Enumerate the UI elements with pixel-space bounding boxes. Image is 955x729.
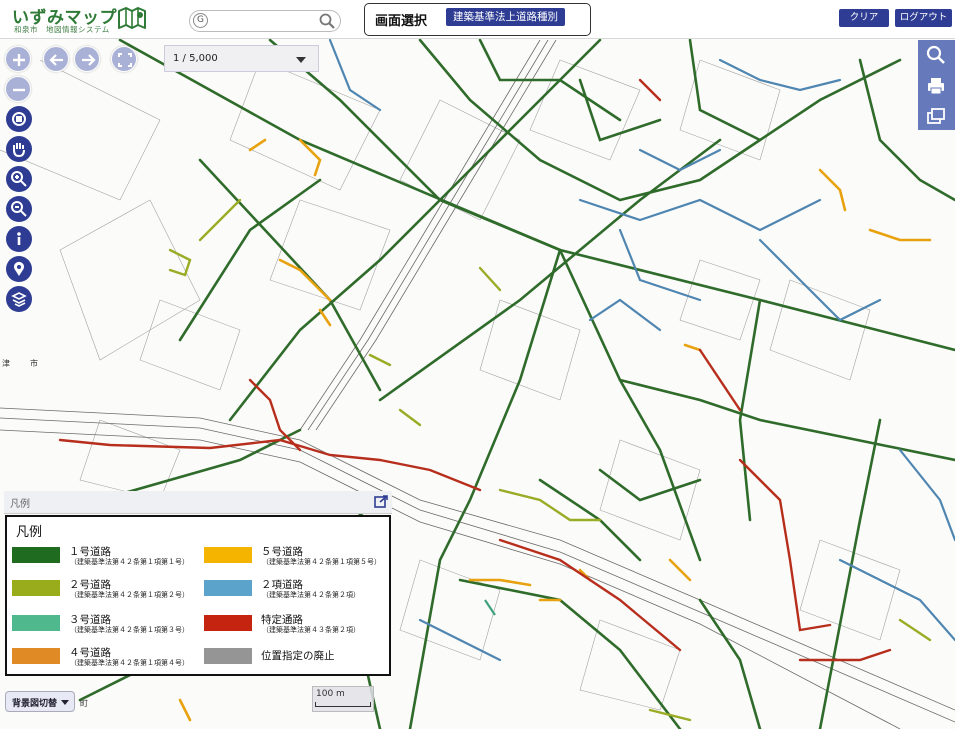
info-icon xyxy=(17,232,21,245)
map-label-cho: 町 xyxy=(80,699,88,708)
search-prefix-g: G xyxy=(193,13,208,28)
layers-button[interactable] xyxy=(6,286,32,312)
scale-bar: 100 m xyxy=(312,686,374,712)
app-header: いずみマップ 和泉市 地図情報システム G 画面選択 建築基準法上道路種別 クリ… xyxy=(0,0,955,39)
search-box: G xyxy=(189,10,341,32)
legend-swatch xyxy=(12,615,60,631)
screen-select[interactable]: 画面選択 建築基準法上道路種別 xyxy=(364,3,591,36)
pan-button[interactable] xyxy=(6,136,32,162)
legend-swatch xyxy=(12,648,60,664)
legend-item-note: （建築基準法第４３条第２項） xyxy=(262,626,360,634)
background-switch-label: 背景図切替 xyxy=(12,699,58,709)
right-tool-panel xyxy=(918,40,955,130)
fullscreen-button[interactable] xyxy=(111,46,137,72)
legend-item-note: （建築基準法第４２条第１項第５号） xyxy=(262,558,381,566)
legend-item: 特定通路 （建築基準法第４３条第２項） xyxy=(204,612,394,640)
logout-button[interactable]: ログアウト xyxy=(895,9,952,27)
legend-item: ２号道路 （建築基準法第４２条第１項第２号） xyxy=(12,577,202,605)
legend-item: 位置指定の廃止 xyxy=(204,645,394,673)
legend-swatch xyxy=(12,547,60,563)
scale-select-value: 1 / 5,000 xyxy=(173,53,218,64)
forward-icon xyxy=(82,54,96,66)
zoom-in-icon xyxy=(13,54,25,66)
chevron-down-icon xyxy=(296,57,306,63)
legend-item: ２項道路 （建築基準法第４２条第２項） xyxy=(204,577,394,605)
zoom-in-button[interactable] xyxy=(5,46,31,72)
legend-item: ３号道路 （建築基準法第４２条第１項第３号） xyxy=(12,612,202,640)
legend-item-note: （建築基準法第４２条第１項第１号） xyxy=(70,558,189,566)
map-icon xyxy=(118,7,146,29)
rotate-icon xyxy=(12,112,26,126)
print-icon[interactable] xyxy=(924,74,948,98)
location-button[interactable] xyxy=(6,256,32,282)
search-icon[interactable] xyxy=(924,43,948,67)
info-button[interactable] xyxy=(6,226,32,252)
location-pin-icon xyxy=(14,261,24,276)
search-icon[interactable] xyxy=(318,12,336,30)
screen-select-value[interactable]: 建築基準法上道路種別 xyxy=(446,8,565,26)
legend-header-title: 凡例 xyxy=(10,499,30,510)
window-icon[interactable] xyxy=(924,104,948,128)
scale-bar-label: 100 m xyxy=(316,689,345,699)
legend-item-note: （建築基準法第４２条第１項第２号） xyxy=(70,591,189,599)
chevron-down-icon xyxy=(61,700,69,705)
legend-panel: 凡例 １号道路 （建築基準法第４２条第１項第１号） ２号道路 （建築基準法第４２… xyxy=(5,515,391,676)
zoom-area-out-button[interactable] xyxy=(6,196,32,222)
search-input[interactable] xyxy=(212,12,316,30)
legend-item: １号道路 （建築基準法第４２条第１項第１号） xyxy=(12,544,202,572)
legend-swatch xyxy=(12,580,60,596)
legend-title: 凡例 xyxy=(16,525,43,540)
legend-item-note: （建築基準法第４２条第１項第３号） xyxy=(70,626,189,634)
zoom-out-button[interactable] xyxy=(5,76,31,102)
export-icon[interactable] xyxy=(374,495,388,508)
zoom-area-in-icon xyxy=(11,171,27,187)
legend-item: ５号道路 （建築基準法第４２条第１項第５号） xyxy=(204,544,394,572)
fullscreen-icon xyxy=(118,53,132,67)
back-icon xyxy=(49,54,63,66)
rotate-button[interactable] xyxy=(6,106,32,132)
legend-header: 凡例 xyxy=(4,491,392,514)
forward-button[interactable] xyxy=(74,46,100,72)
background-switch-button[interactable]: 背景図切替 xyxy=(5,691,75,712)
legend-item-name: 位置指定の廃止 xyxy=(261,650,335,662)
layers-icon xyxy=(11,292,27,307)
zoom-out-icon xyxy=(13,88,25,92)
scale-select[interactable]: 1 / 5,000 xyxy=(164,45,319,72)
legend-item-note: （建築基準法第４２条第２項） xyxy=(262,591,360,599)
map-label-shi: 市 xyxy=(30,358,38,368)
pan-hand-icon xyxy=(13,143,25,158)
zoom-area-out-icon xyxy=(11,201,27,217)
app-subtitle: 和泉市 地図情報システム xyxy=(14,25,110,34)
back-button[interactable] xyxy=(43,46,69,72)
scale-bar-line xyxy=(315,702,371,707)
legend-swatch xyxy=(204,547,252,563)
zoom-area-in-button[interactable] xyxy=(6,166,32,192)
legend-swatch xyxy=(204,615,252,631)
legend-swatch xyxy=(204,580,252,596)
screen-select-label: 画面選択 xyxy=(375,14,428,29)
legend-swatch xyxy=(204,648,252,664)
legend-item: ４号道路 （建築基準法第４２条第１項第４号） xyxy=(12,645,202,673)
legend-item-note: （建築基準法第４２条第１項第４号） xyxy=(70,659,189,667)
clear-button[interactable]: クリア xyxy=(839,9,889,27)
map-label-tsu: 津 xyxy=(2,358,10,368)
